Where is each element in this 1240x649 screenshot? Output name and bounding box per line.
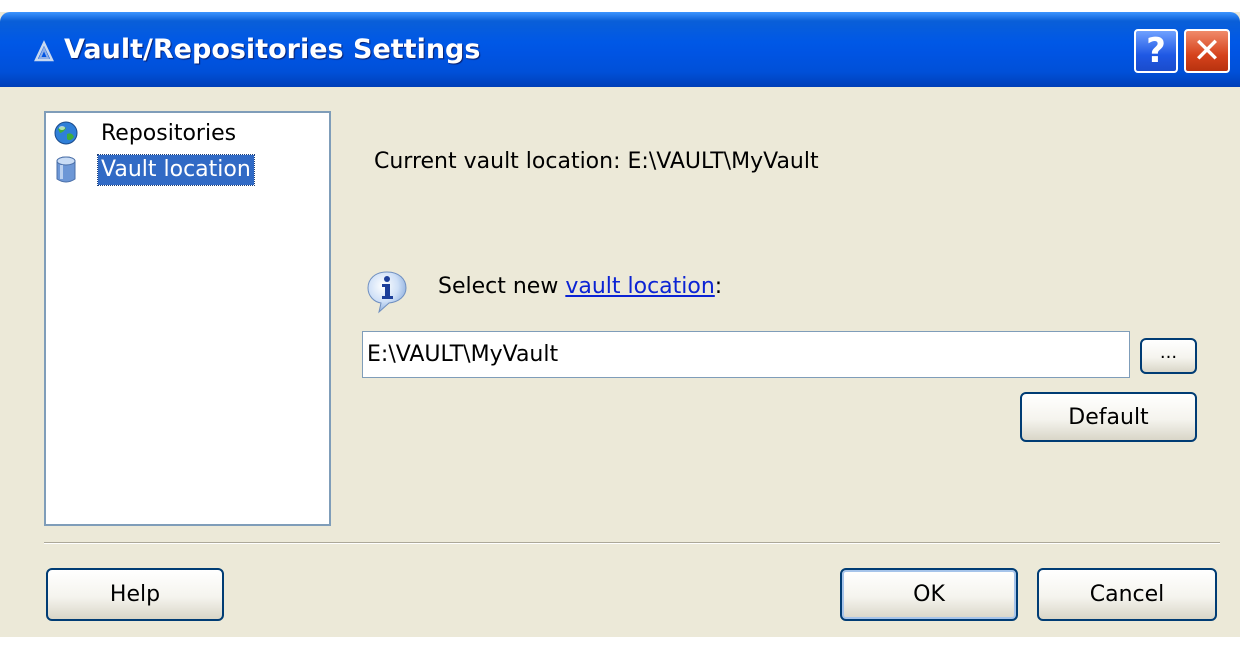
- vault-location-link[interactable]: vault location: [565, 274, 714, 299]
- settings-dialog: Vault/Repositories Settings ? ✕ Reposito…: [0, 12, 1240, 637]
- title-bar[interactable]: Vault/Repositories Settings ? ✕: [0, 12, 1240, 87]
- current-location-value: E:\VAULT\MyVault: [627, 149, 819, 174]
- app-logo-icon: [34, 40, 54, 62]
- select-new-location-label: Select new vault location:: [438, 272, 722, 302]
- help-button[interactable]: Help: [46, 568, 224, 621]
- globe-icon: [54, 121, 78, 145]
- select-suffix: :: [714, 274, 723, 299]
- default-button[interactable]: Default: [1020, 392, 1197, 442]
- close-button[interactable]: ✕: [1184, 29, 1230, 73]
- settings-nav-list[interactable]: Repositories Vault location: [44, 111, 331, 526]
- select-prefix: Select new: [438, 274, 566, 299]
- nav-item-label: Repositories: [101, 121, 237, 146]
- nav-item-label: Vault location: [97, 154, 255, 186]
- current-location-label: Current vault location:: [374, 149, 628, 174]
- footer-separator: [44, 542, 1220, 544]
- info-icon: [367, 271, 407, 314]
- ok-button[interactable]: OK: [840, 568, 1018, 621]
- window-title: Vault/Repositories Settings: [64, 34, 481, 65]
- nav-item-repositories[interactable]: Repositories: [52, 117, 239, 151]
- dialog-content: Repositories Vault location Current vaul…: [0, 87, 1240, 637]
- browse-button[interactable]: ...: [1140, 338, 1197, 374]
- cancel-button[interactable]: Cancel: [1037, 568, 1217, 621]
- current-vault-location: Current vault location: E:\VAULT\MyVault: [374, 147, 819, 177]
- nav-item-vault-location[interactable]: Vault location: [52, 153, 255, 187]
- vault-cylinder-icon: [56, 156, 76, 183]
- help-title-button[interactable]: ?: [1134, 29, 1178, 73]
- vault-path-input[interactable]: [362, 331, 1130, 378]
